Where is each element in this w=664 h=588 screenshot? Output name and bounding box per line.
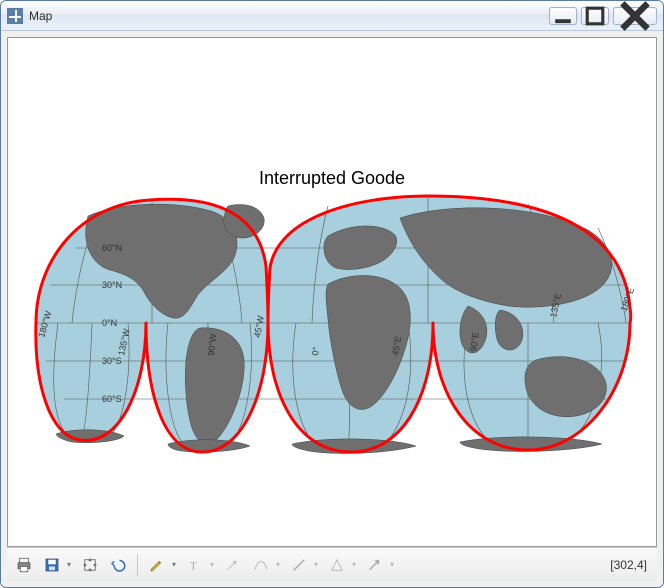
app-icon xyxy=(7,8,23,24)
save-dropdown[interactable]: ▾ xyxy=(65,560,73,569)
lat-label-30s: 30°S xyxy=(102,356,122,366)
minimize-button[interactable] xyxy=(549,7,577,25)
line-dropdown[interactable]: ▾ xyxy=(312,560,320,569)
svg-text:T: T xyxy=(190,558,198,572)
undo-button[interactable] xyxy=(105,552,131,578)
lat-label-60n: 60°N xyxy=(102,243,122,253)
fit-icon xyxy=(81,556,99,574)
map-title: Interrupted Goode xyxy=(8,168,656,189)
print-button[interactable] xyxy=(11,552,37,578)
fit-button[interactable] xyxy=(77,552,103,578)
cursor-coordinates: [302,4] xyxy=(610,558,653,572)
shape-dropdown[interactable]: ▾ xyxy=(388,560,396,569)
save-button[interactable] xyxy=(39,552,65,578)
lat-label-0: 0°N xyxy=(102,318,117,328)
text-icon: T xyxy=(186,556,204,574)
app-window: Map Interrupted Goode xyxy=(0,0,664,588)
window-title: Map xyxy=(29,9,52,23)
window-controls xyxy=(549,7,657,25)
toolbar: ▾ ▾ T ▾ ▾ xyxy=(7,547,657,581)
text-dropdown[interactable]: ▾ xyxy=(208,560,216,569)
arrow-tool-button[interactable] xyxy=(220,552,246,578)
curve-tool-button[interactable] xyxy=(248,552,274,578)
lat-label-30n: 30°N xyxy=(102,280,122,290)
close-button[interactable] xyxy=(613,7,657,25)
curve-icon xyxy=(252,556,270,574)
toolbar-separator xyxy=(137,554,138,576)
triangle-icon xyxy=(328,556,346,574)
lat-label-60s: 60°S xyxy=(102,394,122,404)
print-icon xyxy=(15,556,33,574)
shape-tool-button[interactable] xyxy=(362,552,388,578)
shape-arrow-icon xyxy=(366,556,384,574)
marker-tool-button[interactable] xyxy=(324,552,350,578)
marker-dropdown[interactable]: ▾ xyxy=(350,560,358,569)
curve-dropdown[interactable]: ▾ xyxy=(274,560,282,569)
map-svg: 30°N 60°N 0°N 30°S 60°S 135°W 90°W 45°W … xyxy=(28,188,638,468)
edit-button[interactable] xyxy=(144,552,170,578)
line-icon xyxy=(290,556,308,574)
arrow-icon xyxy=(224,556,242,574)
maximize-button[interactable] xyxy=(581,7,609,25)
map-canvas[interactable]: Interrupted Goode xyxy=(7,37,657,547)
client-area: Interrupted Goode xyxy=(1,31,663,587)
text-tool-button[interactable]: T xyxy=(182,552,208,578)
save-icon xyxy=(43,556,61,574)
edit-dropdown[interactable]: ▾ xyxy=(170,560,178,569)
pencil-icon xyxy=(148,556,166,574)
line-tool-button[interactable] xyxy=(286,552,312,578)
undo-icon xyxy=(109,556,127,574)
titlebar: Map xyxy=(1,1,663,31)
